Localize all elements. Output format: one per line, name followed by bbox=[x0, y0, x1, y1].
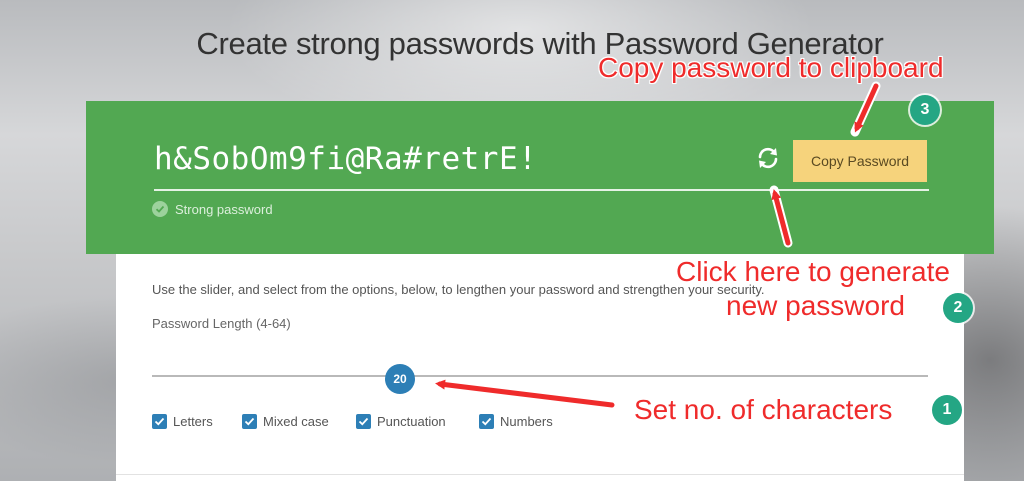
checkbox-label: Mixed case bbox=[263, 414, 329, 429]
checkbox-checked-icon[interactable] bbox=[242, 414, 257, 429]
step-badge-2: 2 bbox=[943, 293, 973, 323]
refresh-icon bbox=[758, 147, 778, 169]
checkbox-label: Letters bbox=[173, 414, 213, 429]
password-underline bbox=[154, 189, 929, 191]
checkbox-label: Numbers bbox=[500, 414, 553, 429]
annotation-copy: Copy password to clipboard bbox=[598, 52, 944, 83]
password-display[interactable]: h&SobOm9fi@Ra#retrE! bbox=[154, 141, 537, 177]
step-badge-3: 3 bbox=[910, 95, 940, 125]
length-slider-track[interactable] bbox=[152, 375, 928, 377]
step-badge-1: 1 bbox=[932, 395, 962, 425]
copy-password-button[interactable]: Copy Password bbox=[793, 140, 927, 182]
checkbox-label: Punctuation bbox=[377, 414, 446, 429]
annotation-slider: Set no. of characters bbox=[634, 394, 893, 425]
strength-indicator: Strong password bbox=[152, 201, 273, 217]
checkbox-checked-icon[interactable] bbox=[356, 414, 371, 429]
instructions-text: Use the slider, and select from the opti… bbox=[152, 282, 765, 297]
checkbox-checked-icon[interactable] bbox=[152, 414, 167, 429]
password-length-label: Password Length (4-64) bbox=[152, 316, 291, 331]
length-slider-handle[interactable]: 20 bbox=[385, 364, 415, 394]
check-circle-icon bbox=[152, 201, 168, 217]
checkbox-mixed-case[interactable]: Mixed case bbox=[242, 414, 329, 429]
annotation-refresh-line1: Click here to generate bbox=[676, 256, 950, 287]
checkbox-numbers[interactable]: Numbers bbox=[479, 414, 553, 429]
checkbox-punctuation[interactable]: Punctuation bbox=[356, 414, 446, 429]
strength-label: Strong password bbox=[175, 201, 273, 217]
annotation-refresh-line2: new password bbox=[726, 290, 905, 321]
refresh-button[interactable] bbox=[755, 145, 781, 171]
checkbox-checked-icon[interactable] bbox=[479, 414, 494, 429]
divider bbox=[116, 474, 964, 475]
checkbox-letters[interactable]: Letters bbox=[152, 414, 213, 429]
